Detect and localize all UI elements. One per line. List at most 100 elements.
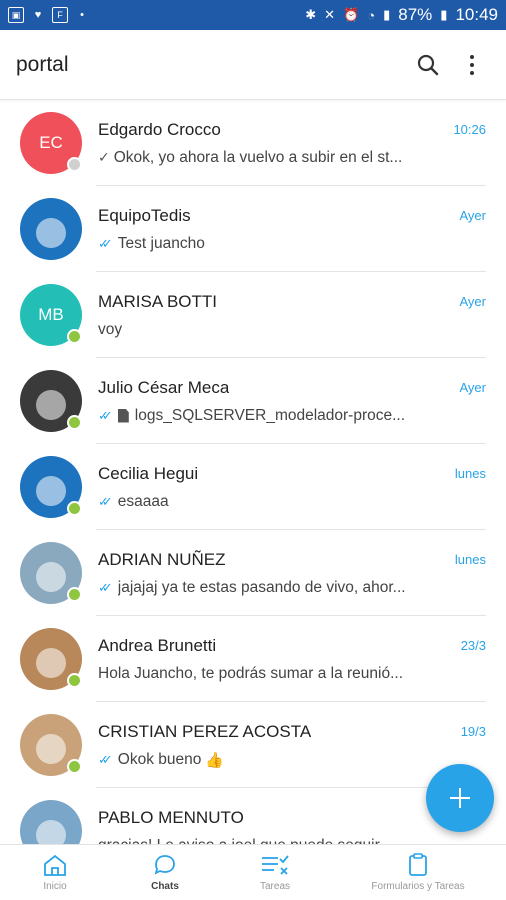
more-vert-icon (470, 54, 474, 75)
avatar-photo-icon (36, 562, 66, 592)
chat-icon (154, 855, 175, 875)
nav-chats[interactable]: Chats (110, 845, 220, 900)
signal-icon: ▮ (383, 7, 391, 22)
nav-label: Chats (151, 881, 179, 892)
avatar-photo-icon (36, 648, 66, 678)
chat-body: MARISA BOTTI Ayer voy (98, 292, 506, 339)
avatar (20, 800, 82, 845)
avatar-container[interactable] (20, 542, 82, 604)
avatar-container[interactable] (20, 198, 82, 260)
nav-inicio[interactable]: Inicio (0, 845, 110, 900)
chat-body: Julio César Meca Ayer ✓✓ logs_SQLSERVER_m… (98, 378, 506, 425)
avatar-photo-icon (36, 390, 66, 420)
message-preview: ✓✓ jajajaj ya te estas pasando de vivo, a… (98, 579, 486, 597)
nav-label: Formularios y Tareas (371, 881, 465, 892)
last-message-time: Ayer (459, 380, 487, 395)
contact-name: ADRIAN NUÑEZ (98, 549, 226, 569)
clipboard-icon (409, 853, 427, 876)
contact-name: MARISA BOTTI (98, 291, 218, 311)
battery-percent: 87% (398, 5, 433, 24)
chat-row[interactable]: ADRIAN NUÑEZ lunes ✓✓ jajajaj ya te estas… (0, 530, 506, 616)
nav-label: Tareas (259, 881, 290, 892)
preview-text: voy (98, 320, 123, 338)
contact-name: Cecilia Hegui (98, 463, 199, 483)
avatar-photo-icon (36, 734, 66, 764)
avatar-container[interactable] (20, 714, 82, 776)
more-options-button[interactable] (454, 47, 490, 83)
chat-row[interactable]: Andrea Brunetti 23/3 Hola Juancho, te po… (0, 616, 506, 702)
chat-body: EquipoTedis Ayer ✓✓ Test juancho (98, 206, 506, 253)
message-preview: ✓✓ Test juancho (98, 235, 486, 253)
presence-indicator (67, 501, 82, 516)
chat-row[interactable]: Cecilia Hegui lunes ✓✓ esaaaa (0, 444, 506, 530)
avatar-container[interactable]: EC (20, 112, 82, 174)
avatar-container[interactable] (20, 800, 82, 845)
contact-name: PABLO MENNUTO (98, 807, 244, 827)
chat-body: Cecilia Hegui lunes ✓✓ esaaaa (98, 464, 506, 511)
status-bar: ▣ ♥ F • ✱ ✕ ⏰ ◔ ▮ 87% ▮ 10:49 (0, 0, 506, 30)
preview-text: logs_SQLSERVER_modelador-proce... (134, 406, 406, 424)
presence-indicator (67, 415, 82, 430)
contact-name: CRISTIAN PEREZ ACOSTA (98, 721, 312, 741)
chat-list[interactable]: EC Edgardo Crocco 10:26 ✓ Okok, yo ahora … (0, 100, 506, 845)
chat-body: Edgardo Crocco 10:26 ✓ Okok, yo ahora la … (98, 120, 506, 167)
message-preview: ✓✓ Okok bueno 👍 (98, 751, 486, 769)
chat-body: Andrea Brunetti 23/3 Hola Juancho, te po… (98, 636, 506, 683)
presence-indicator (67, 157, 82, 172)
nav-tareas[interactable]: Tareas (220, 845, 330, 900)
search-button[interactable] (410, 47, 446, 83)
plus-icon (450, 788, 470, 808)
thumbs-up-emoji: 👍 (205, 751, 225, 769)
chat-row[interactable]: EC Edgardo Crocco 10:26 ✓ Okok, yo ahora … (0, 100, 506, 186)
contact-name: EquipoTedis (98, 205, 191, 225)
message-preview: ✓✓ esaaaa (98, 493, 486, 511)
bluetooth-icon: ✱ (305, 7, 317, 22)
notification-app-icon: F (52, 7, 68, 23)
chat-row[interactable]: CRISTIAN PEREZ ACOSTA 19/3 ✓✓ Okok bueno 👍 (0, 702, 506, 788)
avatar-container[interactable]: MB (20, 284, 82, 346)
chat-body: ADRIAN NUÑEZ lunes ✓✓ jajajaj ya te estas… (98, 550, 506, 597)
preview-text: jajajaj ya te estas pasando de vivo, aho… (117, 578, 406, 596)
wifi-icon: ◔ (367, 7, 376, 23)
app-bar: portal (0, 30, 506, 100)
notification-heart-icon: ♥ (34, 8, 42, 21)
last-message-time: lunes (454, 466, 486, 481)
new-chat-button[interactable] (426, 764, 494, 832)
nav-formularios[interactable]: Formularios y Tareas (330, 845, 506, 900)
preview-text: Test juancho (117, 234, 205, 252)
bottom-navigation: Inicio Chats Tareas Formularios y Tareas (0, 844, 506, 900)
notification-dot-icon: • (80, 8, 84, 21)
double-check-icon: ✓✓ (98, 751, 113, 767)
avatar-photo-icon (36, 476, 66, 506)
notification-image-icon: ▣ (8, 7, 24, 23)
last-message-time: 23/3 (460, 638, 486, 653)
page-title: portal (16, 52, 69, 76)
last-message-time: 10:26 (453, 122, 486, 137)
double-check-icon: ✓✓ (98, 493, 113, 509)
battery-icon: ▮ (440, 7, 448, 22)
check-icon: ✓ (98, 149, 110, 165)
chat-row[interactable]: EquipoTedis Ayer ✓✓ Test juancho (0, 186, 506, 272)
file-icon (117, 408, 129, 423)
presence-indicator (67, 329, 82, 344)
last-message-time: Ayer (459, 208, 487, 223)
message-preview: voy (98, 321, 486, 339)
last-message-time: 19/3 (460, 724, 486, 739)
avatar-photo-icon (36, 820, 66, 845)
contact-name: Edgardo Crocco (98, 119, 221, 139)
double-check-icon: ✓✓ (98, 407, 113, 423)
avatar-container[interactable] (20, 456, 82, 518)
avatar-container[interactable] (20, 628, 82, 690)
last-message-time: Ayer (459, 294, 487, 309)
chat-body: CRISTIAN PEREZ ACOSTA 19/3 ✓✓ Okok bueno 👍 (98, 722, 506, 769)
mute-icon: ✕ (324, 7, 336, 22)
chat-row[interactable]: Julio César Meca Ayer ✓✓ logs_SQLSERVER_m… (0, 358, 506, 444)
chat-row[interactable]: MB MARISA BOTTI Ayer voy (0, 272, 506, 358)
avatar-container[interactable] (20, 370, 82, 432)
avatar-photo-icon (36, 218, 66, 248)
nav-label: Inicio (43, 881, 67, 892)
preview-text: Okok, yo ahora la vuelvo a subir en el s… (113, 148, 403, 166)
alarm-icon: ⏰ (343, 7, 360, 22)
message-preview: Hola Juancho, te podrás sumar a la reuni… (98, 665, 486, 683)
presence-indicator (67, 587, 82, 602)
